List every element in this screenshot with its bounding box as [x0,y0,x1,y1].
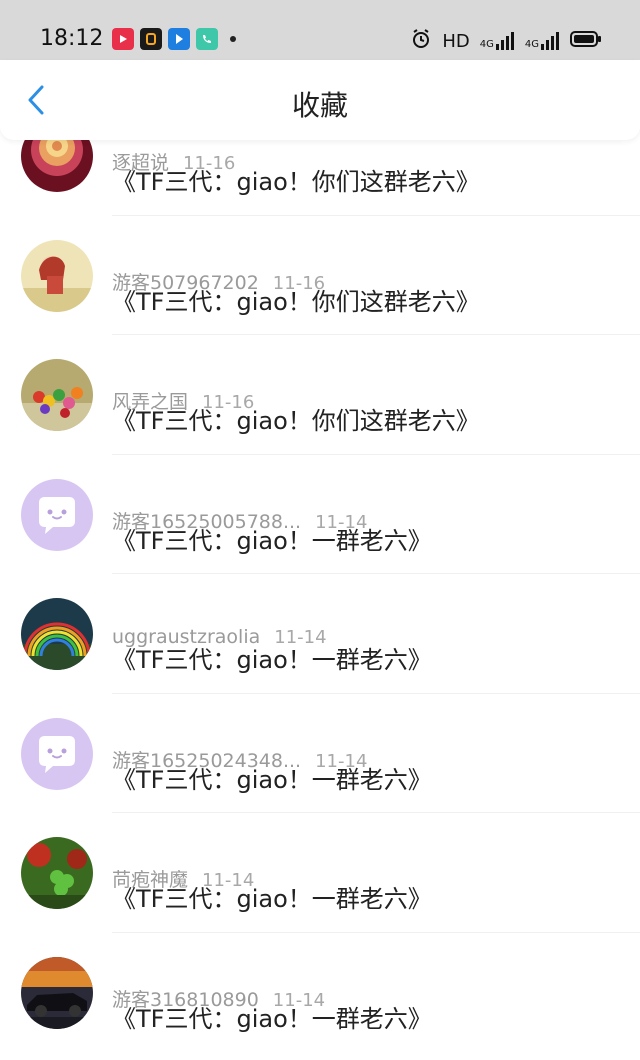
item-title: 《TF三代：giao！你们这群老六》 [112,407,480,435]
default-avatar-icon [21,478,93,551]
blue-app-icon [168,28,190,50]
list-item[interactable]: uggraustzraolia 11-14 《TF三代：giao！一群老六》 [0,574,640,694]
video-app-icon [112,28,134,50]
list-item[interactable]: 游客507967202 11-16 《TF三代：giao！你们这群老六》 [0,216,640,335]
avatar [21,359,93,431]
avatar [21,837,93,909]
signal-icon-2: 4G [525,32,560,50]
more-notifications-dot [230,36,236,42]
list-item[interactable]: 游客16525005788... 11-14 《TF三代：giao！一群老六》 [0,455,640,574]
avatar [21,598,93,670]
list-item[interactable]: 游客316810890 11-14 《TF三代：giao！一群老六》 [0,933,640,1053]
default-avatar-icon [21,717,93,790]
status-indicators: HD 4G 4G [410,28,602,54]
orange-app-icon [140,28,162,50]
item-title: 《TF三代：giao！一群老六》 [112,526,432,555]
item-title: 《TF三代：giao！你们这群老六》 [112,287,480,316]
avatar [21,239,93,312]
list-item[interactable]: 风弄之国 11-16 《TF三代：giao！你们这群老六》 [0,335,640,455]
item-title: 《TF三代：giao！一群老六》 [112,1004,432,1033]
item-title: 《TF三代：giao！你们这群老六》 [112,168,480,196]
network-label-2: 4G [524,39,539,50]
status-time: 18:12 [40,26,104,51]
hd-label: HD [442,30,470,52]
notification-icons [112,28,236,50]
alarm-icon [410,28,432,54]
favorites-list: 逐超说 11-16 《TF三代：giao！你们这群老六》 游客507967202 1… [0,96,640,1052]
list-item[interactable]: 苘疱神魔 11-14 《TF三代：giao！一群老六》 [0,813,640,933]
status-bar: 18:12 HD 4G 4G [0,0,640,60]
avatar [21,956,93,1029]
battery-icon [570,30,602,52]
page-title: 收藏 [291,89,348,122]
list-item[interactable]: 游客16525024348... 11-14 《TF三代：giao！一群老六》 [0,694,640,813]
item-title: 《TF三代：giao！一群老六》 [112,765,432,794]
signal-icon-1: 4G [480,32,515,50]
header: 收藏 [0,60,640,140]
network-label-1: 4G [479,39,494,50]
item-title: 《TF三代：giao！一群老六》 [112,646,432,674]
phone-app-icon [196,28,218,50]
item-title: 《TF三代：giao！一群老六》 [112,885,432,913]
